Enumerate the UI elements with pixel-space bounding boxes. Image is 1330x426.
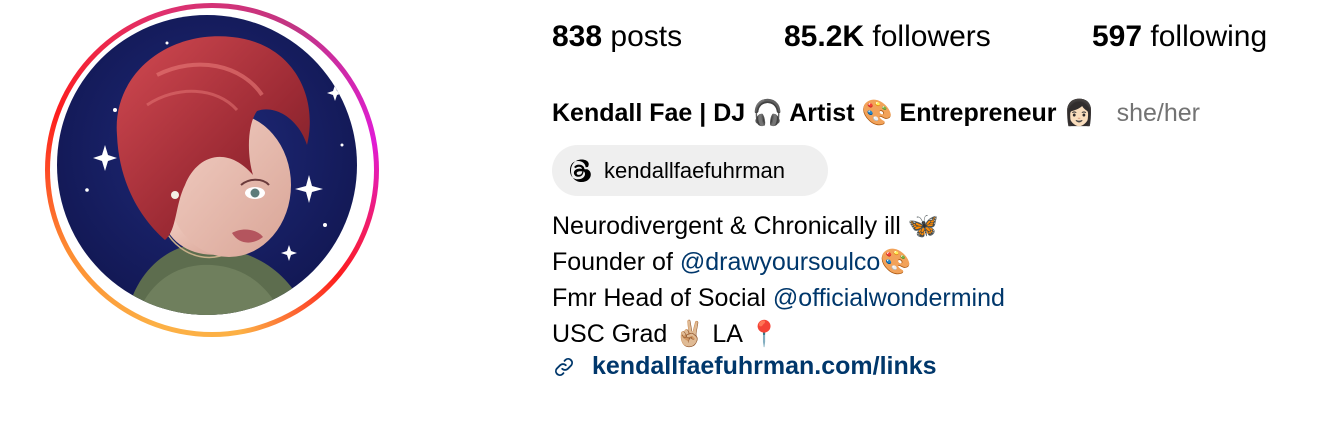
bio: Neurodivergent & Chronically ill 🦋 Found…: [552, 208, 1005, 352]
posts-count: 838: [552, 20, 603, 53]
following-count: 597: [1092, 20, 1143, 53]
bio-text-neurodivergent: Neurodivergent & Chronically ill: [552, 212, 901, 240]
bio-line-4: USC Grad ✌🏼 LA 📍: [552, 316, 1005, 352]
threads-handle: kendallfaefuhrman: [604, 157, 786, 183]
profile-header: 838 posts 85.2K followers 597 following …: [0, 0, 1330, 426]
followers-count: 85.2K: [784, 20, 865, 53]
external-link-text: kendallfaefuhrman.com/links: [592, 352, 937, 380]
threads-badge-button[interactable]: kendallfaefuhrman: [552, 145, 828, 196]
mention-officialwondermind[interactable]: @officialwondermind: [773, 284, 1005, 312]
name-row: Kendall Fae | DJ 🎧 Artist 🎨 Entrepreneur…: [552, 99, 1200, 128]
bio-line-3: Fmr Head of Social @officialwondermind: [552, 280, 1005, 316]
bio-text-usc-grad: USC Grad ✌🏼 LA: [552, 320, 742, 348]
posts-label: posts: [610, 20, 683, 53]
palette-emoji: 🎨: [880, 247, 912, 276]
avatar-story-ring[interactable]: [45, 3, 379, 337]
external-link[interactable]: kendallfaefuhrman.com/links: [552, 352, 937, 381]
posts-count-link[interactable]: 838 posts: [552, 20, 682, 54]
following-count-link[interactable]: 597 following: [1092, 20, 1267, 54]
pronouns: she/her: [1116, 99, 1201, 127]
followers-count-link[interactable]: 85.2K followers: [784, 20, 991, 54]
pin-emoji: 📍: [748, 319, 780, 348]
bio-line-2: Founder of @drawyoursoulco🎨: [552, 244, 1005, 280]
bio-text-head-of-social: Fmr Head of Social: [552, 284, 773, 312]
butterfly-emoji: 🦋: [907, 211, 939, 240]
link-icon: [555, 357, 573, 376]
threads-icon: [570, 159, 591, 182]
display-name: Kendall Fae | DJ 🎧 Artist 🎨 Entrepreneur…: [552, 99, 1095, 127]
bio-line-1: Neurodivergent & Chronically ill 🦋: [552, 208, 1005, 244]
avatar[interactable]: [57, 15, 357, 315]
followers-label: followers: [872, 20, 991, 53]
mention-drawyoursoulco[interactable]: @drawyoursoulco: [680, 248, 880, 276]
bio-text-founder: Founder of: [552, 248, 680, 276]
avatar-image: [57, 15, 357, 315]
following-label: following: [1150, 20, 1268, 53]
